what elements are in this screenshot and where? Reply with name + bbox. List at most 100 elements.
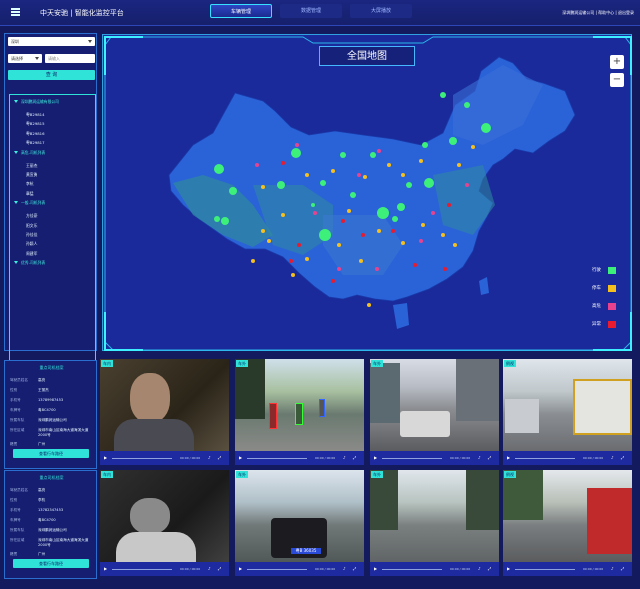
marker-risk[interactable]	[255, 163, 259, 167]
zoom-out-button[interactable]: −	[610, 73, 624, 87]
tree-item[interactable]: 周建军	[26, 251, 37, 257]
marker-risk[interactable]	[295, 143, 299, 147]
tree-item[interactable]: 阳文乐	[26, 223, 37, 229]
tree-group[interactable]: 高危-司机列表	[14, 150, 45, 156]
marker-parked[interactable]	[261, 185, 265, 189]
progress-bar[interactable]	[515, 569, 575, 570]
progress-bar[interactable]	[247, 569, 307, 570]
tree-item[interactable]: 黄宣勇	[26, 172, 37, 178]
marker-parked[interactable]	[419, 159, 423, 163]
marker-driving[interactable]	[214, 216, 220, 222]
marker-driving[interactable]	[214, 164, 224, 174]
tree-item[interactable]: 孙颖人	[26, 241, 37, 247]
marker-driving[interactable]	[319, 229, 331, 241]
marker-risk[interactable]	[431, 211, 435, 215]
play-icon[interactable]: ▶	[507, 455, 510, 460]
marker-parked[interactable]	[377, 229, 381, 233]
marker-abnormal[interactable]	[297, 243, 301, 247]
volume-icon[interactable]: ♪	[478, 455, 481, 460]
marker-driving[interactable]	[340, 152, 346, 158]
video-player[interactable]: 倒视 ▶ 00:00 / 00:00 ♪ ⤢	[503, 359, 632, 465]
marker-abnormal[interactable]	[281, 161, 285, 165]
tree-item[interactable]: 粤B29815	[26, 121, 44, 127]
volume-icon[interactable]: ♪	[478, 566, 481, 571]
marker-abnormal[interactable]	[443, 267, 447, 271]
tab-vehicle[interactable]: 车辆管理	[210, 4, 272, 18]
marker-abnormal[interactable]	[341, 219, 345, 223]
search-input[interactable]: 请输入	[45, 54, 95, 63]
marker-parked[interactable]	[305, 257, 309, 261]
marker-parked[interactable]	[347, 209, 351, 213]
play-icon[interactable]: ▶	[104, 566, 107, 571]
progress-bar[interactable]	[112, 458, 172, 459]
marker-abnormal[interactable]	[413, 263, 417, 267]
tree-item[interactable]: 粤B29816	[26, 131, 44, 137]
marker-parked[interactable]	[367, 303, 371, 307]
volume-icon[interactable]: ♪	[611, 566, 614, 571]
marker-driving[interactable]	[392, 216, 398, 222]
play-icon[interactable]: ▶	[507, 566, 510, 571]
tab-data[interactable]: 数据管理	[280, 4, 342, 18]
marker-driving[interactable]	[291, 148, 301, 158]
menu-icon[interactable]	[11, 8, 20, 16]
video-player[interactable]: 车内 ▶ 00:00 / 00:00 ♪ ⤢	[100, 470, 229, 576]
tree-item[interactable]: 王丽杰	[26, 163, 37, 169]
play-icon[interactable]: ▶	[104, 455, 107, 460]
tree-group[interactable]: 一般-司机列表	[14, 200, 45, 206]
marker-driving[interactable]	[440, 92, 446, 98]
marker-parked[interactable]	[261, 229, 265, 233]
progress-bar[interactable]	[112, 569, 172, 570]
marker-risk[interactable]	[313, 211, 317, 215]
zoom-in-button[interactable]: +	[610, 55, 624, 69]
tree-item[interactable]: 方佳豪	[26, 213, 37, 219]
marker-risk[interactable]	[375, 267, 379, 271]
volume-icon[interactable]: ♪	[343, 455, 346, 460]
marker-abnormal[interactable]	[361, 233, 365, 237]
city-select[interactable]: 深圳	[8, 37, 95, 46]
marker-abnormal[interactable]	[331, 279, 335, 283]
marker-parked[interactable]	[453, 243, 457, 247]
play-icon[interactable]: ▶	[374, 566, 377, 571]
marker-driving[interactable]	[481, 123, 491, 133]
fullscreen-icon[interactable]: ⤢	[488, 566, 491, 571]
tree-item[interactable]: 粤B29817	[26, 140, 44, 146]
marker-parked[interactable]	[337, 243, 341, 247]
marker-parked[interactable]	[291, 273, 295, 277]
marker-driving[interactable]	[449, 137, 457, 145]
marker-risk[interactable]	[357, 173, 361, 177]
tree-item[interactable]: 粤B29814	[26, 112, 44, 118]
marker-parked[interactable]	[401, 241, 405, 245]
query-button[interactable]: 查 询	[8, 70, 95, 80]
video-player[interactable]: 车外 ▶ 00:00 / 00:00 ♪ ⤢	[370, 470, 499, 576]
marker-risk[interactable]	[377, 149, 381, 153]
marker-driving[interactable]	[370, 152, 376, 158]
tree-item[interactable]: 孙佳佳	[26, 232, 37, 238]
marker-parked[interactable]	[471, 145, 475, 149]
marker-risk[interactable]	[419, 239, 423, 243]
fullscreen-icon[interactable]: ⤢	[353, 455, 356, 460]
marker-parked[interactable]	[441, 233, 445, 237]
marker-risk[interactable]	[465, 183, 469, 187]
progress-bar[interactable]	[382, 458, 442, 459]
marker-parked[interactable]	[359, 259, 363, 263]
video-player[interactable]: 车内 ▶ 00:00 / 00:00 ♪ ⤢	[100, 359, 229, 465]
type-select[interactable]: 请选择	[8, 54, 42, 63]
header-links[interactable]: 深圳鹏润运输公司 | 帮助中心 | 退出登录	[562, 10, 634, 16]
fullscreen-icon[interactable]: ⤢	[621, 566, 624, 571]
marker-driving[interactable]	[221, 217, 229, 225]
marker-risk[interactable]	[337, 267, 341, 271]
tree-group[interactable]: 优秀-司机列表	[14, 260, 45, 266]
marker-abnormal[interactable]	[289, 259, 293, 263]
marker-parked[interactable]	[331, 169, 335, 173]
marker-driving[interactable]	[320, 180, 326, 186]
video-player[interactable]: 车外 ▶ 00:00 / 00:00 ♪ ⤢	[370, 359, 499, 465]
tree-group[interactable]: 深圳鹏润运输有限公司	[14, 99, 59, 105]
marker-parked[interactable]	[305, 173, 309, 177]
fullscreen-icon[interactable]: ⤢	[218, 455, 221, 460]
marker-driving[interactable]	[311, 203, 315, 207]
tab-screen[interactable]: 大屏播放	[350, 4, 412, 18]
marker-driving[interactable]	[422, 142, 428, 148]
marker-parked[interactable]	[363, 175, 367, 179]
marker-driving[interactable]	[406, 182, 412, 188]
marker-driving[interactable]	[397, 203, 405, 211]
